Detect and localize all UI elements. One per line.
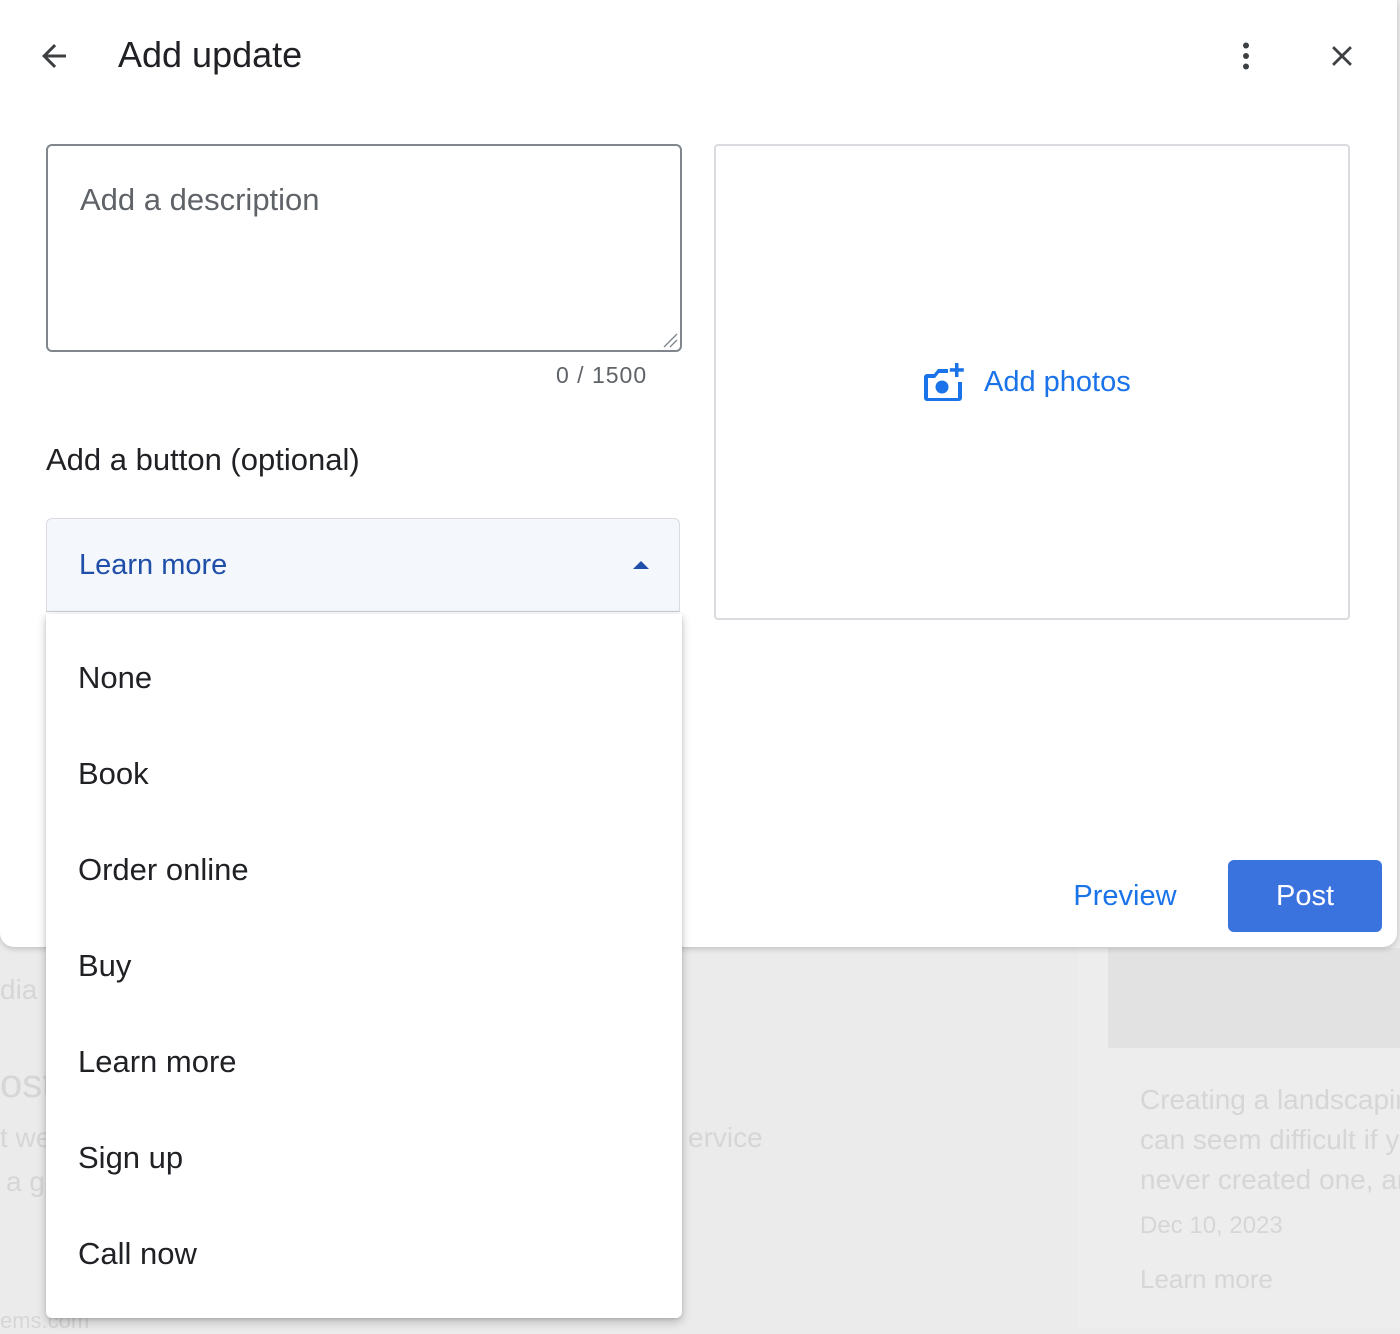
post-button[interactable]: Post (1228, 860, 1382, 932)
select-value: Learn more (79, 549, 228, 581)
description-textarea[interactable]: Add a description (46, 144, 682, 352)
menu-item-none[interactable]: None (46, 630, 682, 726)
background-card-text: Creating a landscapin (1140, 1084, 1400, 1115)
character-counter: 0 / 1500 (556, 362, 648, 388)
dialog-title: Add update (118, 34, 303, 75)
background-card-image (1108, 948, 1400, 1048)
background-text: ervice (688, 1122, 763, 1153)
add-photos-label: Add photos (984, 365, 1131, 398)
arrow-up-icon (633, 561, 649, 569)
background-card-text: can seem difficult if y (1140, 1124, 1400, 1155)
add-photo-icon (924, 363, 964, 401)
menu-item-sign-up[interactable]: Sign up (46, 1110, 682, 1206)
menu-item-buy[interactable]: Buy (46, 918, 682, 1014)
description-placeholder: Add a description (80, 182, 320, 217)
background-text: dia (0, 974, 38, 1005)
back-button[interactable] (30, 32, 78, 80)
arrow-back-icon (42, 44, 66, 68)
menu-item-order-online[interactable]: Order online (46, 822, 682, 918)
more-vert-icon (1243, 42, 1249, 70)
close-icon (1332, 46, 1352, 66)
button-section-label: Add a button (optional) (46, 442, 360, 477)
background-card-text: never created one, an (1140, 1164, 1400, 1195)
menu-item-learn-more[interactable]: Learn more (46, 1014, 682, 1110)
background-text: t we (0, 1122, 52, 1153)
more-options-button[interactable] (1222, 32, 1270, 80)
preview-button[interactable]: Preview (1050, 860, 1200, 932)
background-card-link: Learn more (1140, 1264, 1273, 1294)
button-type-select[interactable]: Learn more (46, 518, 680, 612)
menu-item-book[interactable]: Book (46, 726, 682, 822)
photo-upload-area[interactable]: Add photos (714, 144, 1350, 620)
menu-item-call-now[interactable]: Call now (46, 1206, 682, 1302)
button-type-menu: None Book Order online Buy Learn more Si… (46, 614, 682, 1318)
close-button[interactable] (1318, 32, 1366, 80)
background-card-date: Dec 10, 2023 (1140, 1212, 1283, 1239)
add-photos-button[interactable]: Add photos (922, 362, 1131, 402)
resize-handle-icon[interactable] (662, 332, 678, 348)
background-text: a g (6, 1166, 45, 1197)
